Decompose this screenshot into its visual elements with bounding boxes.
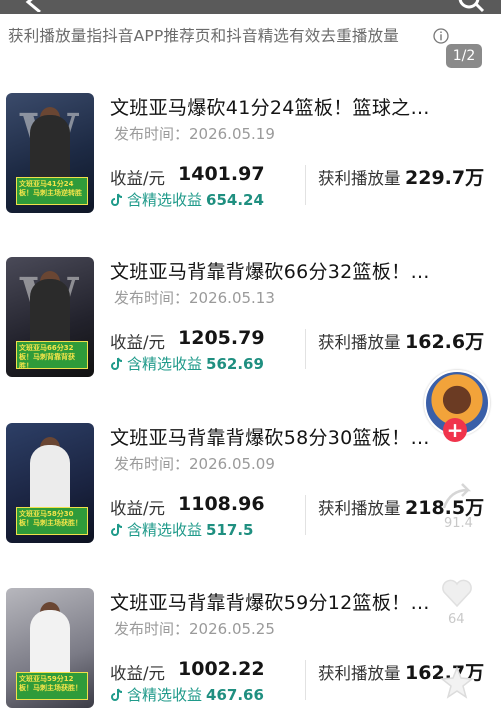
revenue-value: 1401.97 [178, 163, 265, 185]
video-thumbnail[interactable]: 文班亚马59分12板！马刺主场获胜！ [6, 588, 94, 708]
thumbnail-caption: 文班亚马58分30板！马刺主场获胜！ [16, 507, 88, 535]
jingxuan-label: 含精选收益 [127, 191, 203, 209]
plays-value: 229.7万 [405, 167, 485, 189]
jingxuan-revenue: 含精选收益 467.66 [110, 684, 264, 705]
video-thumbnail[interactable]: 文班亚马58分30板！马刺主场获胜！ [6, 423, 94, 543]
douyin-icon [111, 193, 123, 206]
back-arrow-icon[interactable] [22, 0, 48, 12]
search-icon[interactable] [457, 0, 485, 14]
jingxuan-value: 467.66 [206, 686, 264, 704]
video-thumbnail[interactable]: W 文班亚马66分32板！马刺背靠背获胜！ [6, 257, 94, 377]
revenue-value: 1002.22 [178, 658, 265, 680]
jingxuan-value: 654.24 [206, 191, 264, 209]
divider [305, 329, 306, 369]
revenue-label: 收益/元 [110, 499, 166, 518]
share-count: 91.4 [444, 516, 473, 531]
revenue-label: 收益/元 [110, 664, 166, 683]
jingxuan-revenue: 含精选收益 654.24 [110, 189, 264, 210]
star-icon[interactable] [440, 666, 474, 700]
divider [305, 660, 306, 700]
revenue-value: 1108.96 [178, 493, 265, 515]
publish-date: 发布时间：2026.05.25 [114, 620, 275, 638]
divider [305, 495, 306, 535]
plays-label: 获利播放量 [318, 499, 401, 518]
plays-label: 获利播放量 [318, 333, 401, 352]
jingxuan-value: 562.69 [206, 355, 264, 373]
revenue-label: 收益/元 [110, 169, 166, 188]
top-bar [0, 0, 501, 14]
douyin-icon [111, 523, 123, 536]
divider [305, 165, 306, 205]
publish-date: 发布时间：2026.05.19 [114, 125, 275, 143]
play-count-notice: 获利播放量指抖音APP推荐页和抖音精选有效去重播放量 [8, 27, 399, 45]
video-card[interactable]: 文班亚马58分30板！马刺主场获胜！ 文班亚马背靠背爆砍58分30篮板！… 发布… [0, 423, 501, 563]
jingxuan-label: 含精选收益 [127, 686, 203, 704]
like-count: 64 [448, 612, 465, 627]
thumbnail-caption: 文班亚马59分12板！马刺主场获胜！ [16, 672, 88, 700]
plays-label: 获利播放量 [318, 664, 401, 683]
video-thumbnail[interactable]: W 文班亚马41分24板！马刺主场逆转胜 [6, 93, 94, 213]
video-title[interactable]: 文班亚马背靠背爆砍59分12篮板！… [110, 588, 430, 615]
share-icon[interactable] [440, 482, 474, 512]
revenue-label: 收益/元 [110, 333, 166, 352]
video-title[interactable]: 文班亚马背靠背爆砍66分32篮板！… [110, 257, 430, 284]
video-card[interactable]: 文班亚马59分12板！马刺主场获胜！ 文班亚马背靠背爆砍59分12篮板！… 发布… [0, 588, 501, 728]
video-card[interactable]: W 文班亚马66分32板！马刺背靠背获胜！ 文班亚马背靠背爆砍66分32篮板！…… [0, 257, 501, 397]
publish-date: 发布时间：2026.05.09 [114, 455, 275, 473]
jingxuan-label: 含精选收益 [127, 355, 203, 373]
plays-value: 162.6万 [405, 331, 485, 353]
jingxuan-revenue: 含精选收益 517.5 [110, 519, 253, 540]
jingxuan-value: 517.5 [206, 521, 254, 539]
revenue-value: 1205.79 [178, 327, 265, 349]
follow-button[interactable]: + [443, 418, 467, 442]
douyin-icon [111, 357, 123, 370]
page-indicator: 1/2 [446, 44, 482, 68]
info-icon[interactable] [433, 28, 449, 44]
jingxuan-label: 含精选收益 [127, 521, 203, 539]
thumbnail-caption: 文班亚马66分32板！马刺背靠背获胜！ [16, 341, 88, 369]
video-title[interactable]: 文班亚马爆砍41分24篮板！篮球之… [110, 93, 430, 120]
jingxuan-revenue: 含精选收益 562.69 [110, 353, 264, 374]
publish-date: 发布时间：2026.05.13 [114, 289, 275, 307]
video-card[interactable]: W 文班亚马41分24板！马刺主场逆转胜 文班亚马爆砍41分24篮板！篮球之… … [0, 93, 501, 233]
video-title[interactable]: 文班亚马背靠背爆砍58分30篮板！… [110, 423, 430, 450]
thumbnail-caption: 文班亚马41分24板！马刺主场逆转胜 [16, 177, 88, 205]
plays-label: 获利播放量 [318, 169, 401, 188]
heart-icon[interactable] [440, 578, 474, 608]
